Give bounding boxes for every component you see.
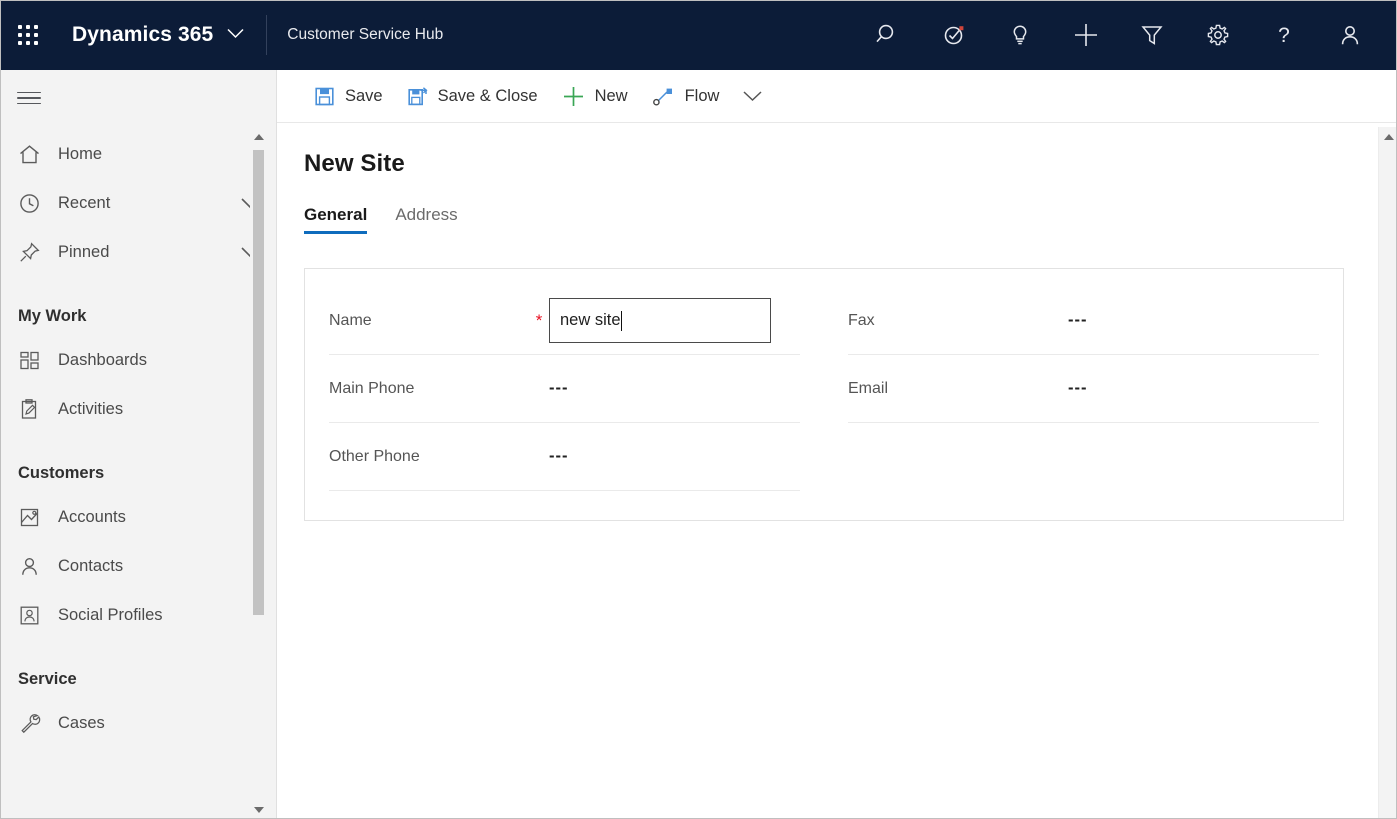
sidebar-scrollbar[interactable] [250, 128, 267, 818]
field-label: Email [848, 380, 1048, 398]
dynamics-365-app-window: Dynamics 365 Customer Service Hub [0, 0, 1397, 819]
sidebar-item-accounts[interactable]: Accounts [0, 493, 276, 542]
pin-icon [18, 241, 48, 264]
sidebar-group-service: Service [0, 640, 276, 699]
new-button[interactable]: New [550, 70, 640, 123]
field-label: Name [329, 312, 529, 330]
sidebar-item-label: Recent [58, 194, 110, 213]
filter-icon[interactable] [1119, 0, 1185, 70]
sidebar-primary-items: Home Recent Pinned My Wo [0, 126, 276, 748]
search-icon[interactable] [855, 0, 921, 70]
other-phone-value[interactable]: --- [549, 447, 568, 466]
field-other-phone: Other Phone --- [329, 423, 800, 491]
tab-general[interactable]: General [304, 205, 367, 234]
sidebar-item-label: Home [58, 145, 102, 164]
sidebar-item-social-profiles[interactable]: Social Profiles [0, 591, 276, 640]
sidebar-item-label: Accounts [58, 508, 126, 527]
hamburger-menu-icon[interactable] [0, 70, 276, 126]
tab-address[interactable]: Address [395, 205, 457, 234]
lightbulb-icon[interactable] [987, 0, 1053, 70]
fax-value[interactable]: --- [1068, 311, 1087, 330]
top-navigation-bar: Dynamics 365 Customer Service Hub [0, 0, 1397, 70]
field-label: Fax [848, 312, 1048, 330]
header-divider [266, 15, 267, 55]
sidebar-item-cases[interactable]: Cases [0, 699, 276, 748]
chevron-down-icon[interactable] [227, 26, 244, 44]
app-launcher-icon[interactable] [0, 0, 56, 70]
field-email: Email --- [848, 355, 1319, 423]
form-tabs: General Address [277, 196, 1397, 234]
scroll-up-arrow-icon[interactable] [1379, 127, 1397, 146]
field-label: Main Phone [329, 380, 529, 398]
name-input[interactable] [549, 298, 771, 343]
main-phone-value[interactable]: --- [549, 379, 568, 398]
sidebar-item-label: Social Profiles [58, 606, 163, 625]
field-main-phone: Main Phone --- [329, 355, 800, 423]
left-navigation-sidebar: Home Recent Pinned My Wo [0, 70, 277, 819]
form-empty-slot [848, 423, 1319, 491]
command-bar: Save Save & Close New [277, 70, 1397, 123]
page-title: New Site [277, 123, 1397, 178]
sidebar-item-label: Activities [58, 400, 123, 419]
sidebar-scrollbar-thumb[interactable] [253, 150, 264, 615]
field-name: Name * [329, 287, 800, 355]
page-scrollbar[interactable] [1378, 127, 1397, 819]
name-input-wrapper [549, 298, 771, 343]
sidebar-item-dashboards[interactable]: Dashboards [0, 336, 276, 385]
save-button[interactable]: Save [302, 70, 395, 123]
accounts-icon [18, 506, 48, 529]
save-and-close-button[interactable]: Save & Close [395, 70, 550, 123]
save-icon [314, 86, 335, 107]
question-icon[interactable]: ? [1251, 0, 1317, 70]
field-label: Other Phone [329, 448, 529, 466]
flow-button[interactable]: Flow [640, 70, 732, 123]
app-name-label[interactable]: Customer Service Hub [287, 26, 443, 44]
sidebar-item-recent[interactable]: Recent [0, 179, 276, 228]
command-bar-overflow-chevron-down-icon[interactable] [731, 70, 773, 123]
plus-icon[interactable] [1053, 0, 1119, 70]
scroll-up-arrow-icon[interactable] [250, 128, 267, 145]
sidebar-item-label: Cases [58, 714, 105, 733]
scroll-down-arrow-icon[interactable] [250, 801, 267, 818]
activities-icon [18, 398, 48, 421]
general-section-card: Name * Main Phone --- Other Phone --- [304, 268, 1344, 521]
form-content-area: New Site General Address Name * Main Pho… [277, 123, 1397, 819]
home-icon [18, 143, 48, 166]
sidebar-item-label: Dashboards [58, 351, 147, 370]
new-button-label: New [595, 87, 628, 106]
flow-icon [652, 86, 675, 107]
clock-icon [18, 192, 48, 215]
required-marker: * [529, 312, 549, 329]
wrench-icon [18, 712, 48, 735]
contact-icon [18, 555, 48, 578]
save-button-label: Save [345, 87, 383, 106]
sidebar-item-pinned[interactable]: Pinned [0, 228, 276, 277]
sidebar-group-my-work: My Work [0, 277, 276, 336]
dashboard-icon [18, 349, 48, 372]
flow-button-label: Flow [685, 87, 720, 106]
sidebar-item-activities[interactable]: Activities [0, 385, 276, 434]
header-icon-group: ? [855, 0, 1397, 70]
person-icon[interactable] [1317, 0, 1383, 70]
social-profile-icon [18, 604, 48, 627]
brand-title[interactable]: Dynamics 365 [72, 23, 213, 47]
assistant-icon[interactable] [921, 0, 987, 70]
plus-icon [562, 85, 585, 108]
save-and-close-icon [407, 86, 428, 107]
svg-text:?: ? [1278, 24, 1290, 47]
sidebar-item-home[interactable]: Home [0, 130, 276, 179]
save-and-close-button-label: Save & Close [438, 87, 538, 106]
form-right-column: Fax --- Email --- [824, 269, 1343, 520]
gear-icon[interactable] [1185, 0, 1251, 70]
form-left-column: Name * Main Phone --- Other Phone --- [305, 269, 824, 520]
sidebar-group-customers: Customers [0, 434, 276, 493]
field-fax: Fax --- [848, 287, 1319, 355]
sidebar-item-label: Contacts [58, 557, 123, 576]
sidebar-item-label: Pinned [58, 243, 109, 262]
sidebar-item-contacts[interactable]: Contacts [0, 542, 276, 591]
email-value[interactable]: --- [1068, 379, 1087, 398]
